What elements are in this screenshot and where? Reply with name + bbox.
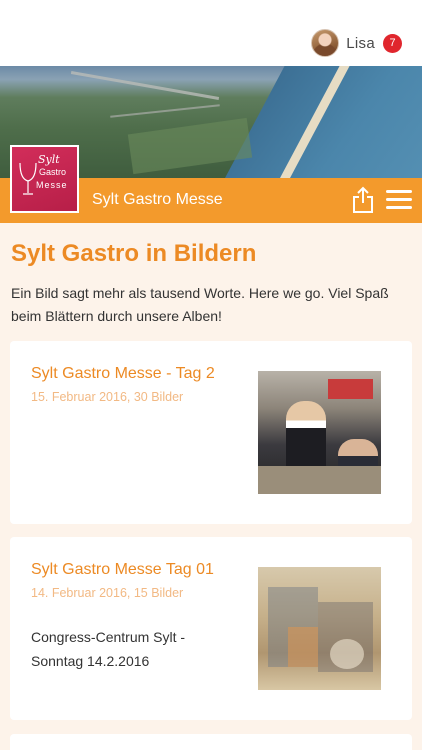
- album-card[interactable]: [10, 734, 412, 750]
- notification-badge[interactable]: 7: [383, 33, 402, 53]
- user-profile[interactable]: Lisa 7: [311, 29, 402, 57]
- album-description: Congress-Centrum Sylt - Sonntag 14.2.201…: [31, 629, 186, 669]
- app-title: Sylt Gastro Messe: [92, 191, 223, 208]
- album-card[interactable]: Sylt Gastro Messe Tag 01 14. Februar 201…: [10, 537, 412, 720]
- page-title: Sylt Gastro in Bildern: [11, 240, 257, 267]
- album-title[interactable]: Sylt Gastro Messe - Tag 2: [31, 365, 215, 383]
- wine-glass-icon: [19, 162, 37, 195]
- avatar[interactable]: [311, 29, 340, 57]
- album-title[interactable]: Sylt Gastro Messe Tag 01: [31, 561, 214, 579]
- share-icon[interactable]: [350, 186, 376, 214]
- hamburger-menu-icon[interactable]: [386, 190, 412, 212]
- album-thumbnail[interactable]: [258, 567, 381, 690]
- album-card[interactable]: Sylt Gastro Messe - Tag 2 15. Februar 20…: [10, 341, 412, 524]
- top-bar: Lisa 7: [0, 0, 422, 66]
- intro-text: Ein Bild sagt mehr als tausend Worte. He…: [11, 285, 389, 324]
- logo-text-sylt: Sylt: [38, 153, 60, 166]
- user-name[interactable]: Lisa: [346, 35, 375, 52]
- logo-text-gastro: Gastro: [39, 167, 67, 177]
- album-thumbnail[interactable]: [258, 371, 381, 494]
- album-meta: 14. Februar 2016, 15 Bilder: [31, 586, 184, 600]
- logo-text-messe: Messe: [36, 180, 68, 190]
- event-logo[interactable]: Sylt Gastro Messe: [10, 145, 79, 213]
- album-meta: 15. Februar 2016, 30 Bilder: [31, 390, 184, 404]
